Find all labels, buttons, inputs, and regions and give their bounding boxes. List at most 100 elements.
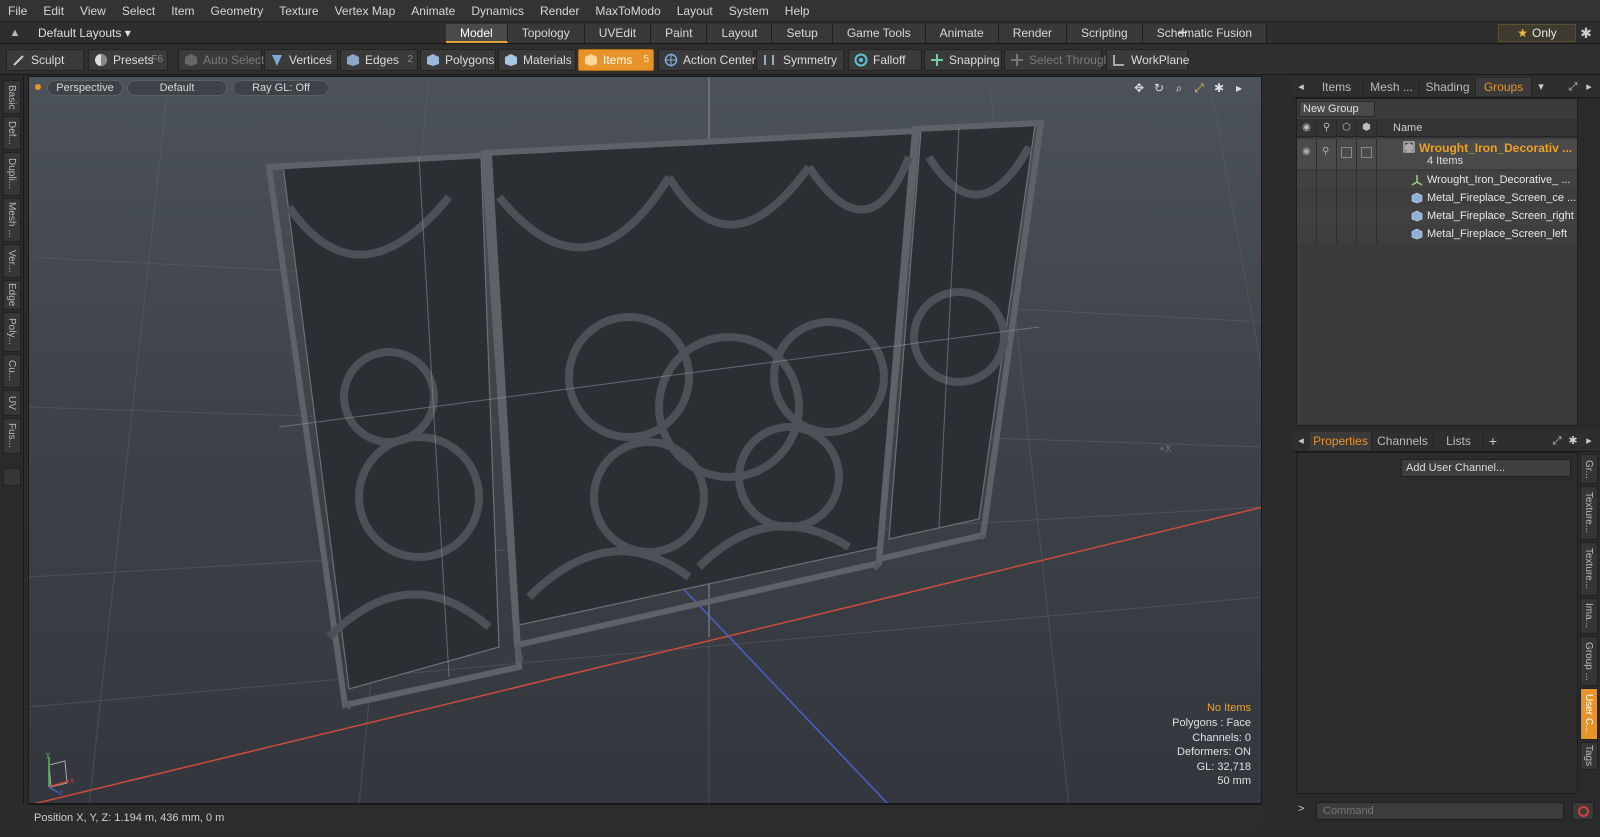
only-button[interactable]: ★ Only: [1498, 24, 1576, 42]
menu-item-vertex-map[interactable]: Vertex Map: [327, 0, 404, 22]
items-button[interactable]: Items 5: [578, 49, 654, 71]
property-side-tab-0[interactable]: Gr...: [1580, 454, 1598, 484]
menu-item-view[interactable]: View: [72, 0, 114, 22]
tab-model[interactable]: Model: [446, 24, 508, 43]
row-toggle-cell[interactable]: [1317, 225, 1337, 243]
materials-button[interactable]: Materials: [498, 49, 576, 71]
property-side-tab-5[interactable]: User C...: [1580, 688, 1598, 740]
left-tab-6[interactable]: Poly...: [3, 312, 21, 352]
row-toggle-cell[interactable]: [1357, 225, 1377, 243]
vertices-button[interactable]: Vertices 1: [264, 49, 338, 71]
tab-game-tools[interactable]: Game Tools: [832, 24, 926, 43]
rotate-icon[interactable]: ↻: [1151, 80, 1167, 96]
bottom-panel-menu-icon[interactable]: ◂: [1294, 433, 1308, 449]
edges-button[interactable]: Edges 2: [340, 49, 418, 71]
tab-schematic-fusion[interactable]: Schematic Fusion: [1142, 24, 1268, 43]
menu-item-select[interactable]: Select: [114, 0, 163, 22]
row-toggle-cell[interactable]: [1357, 171, 1377, 189]
left-tab-2[interactable]: Dupli...: [3, 152, 21, 196]
row-toggle-cell[interactable]: [1357, 189, 1377, 207]
maximize-icon[interactable]: ⤢: [1191, 80, 1207, 96]
row-toggle-cell[interactable]: [1297, 225, 1317, 243]
tab-items[interactable]: Items: [1310, 78, 1364, 96]
tab-lists[interactable]: Lists: [1434, 432, 1484, 450]
row-toggle-cell[interactable]: [1297, 207, 1317, 225]
panel-menu-icon[interactable]: ◂: [1294, 79, 1308, 95]
ray-gl-button[interactable]: Ray GL: Off: [233, 80, 329, 96]
lock-toggle[interactable]: [1337, 139, 1357, 169]
row-toggle-cell[interactable]: [1337, 171, 1357, 189]
auto-select-button[interactable]: Auto Select: [178, 49, 264, 71]
tab-uvedit[interactable]: UVEdit: [584, 24, 652, 43]
left-tab-9[interactable]: Fus...: [3, 418, 21, 454]
tab-render[interactable]: Render: [998, 24, 1068, 43]
add-tab-button[interactable]: +: [1174, 24, 1192, 42]
row-toggle-cell[interactable]: [1337, 189, 1357, 207]
workplane-button[interactable]: WorkPlane: [1106, 49, 1189, 71]
visibility-column-icon[interactable]: ◉: [1297, 119, 1317, 137]
new-group-button[interactable]: New Group: [1299, 101, 1375, 117]
render-toggle-icon[interactable]: ⚲: [1317, 139, 1337, 169]
property-side-tab-3[interactable]: Ima...: [1580, 598, 1598, 634]
layout-collapse-icon[interactable]: ▲: [8, 26, 22, 40]
command-input[interactable]: [1316, 802, 1564, 820]
property-side-tab-2[interactable]: Texture...: [1580, 542, 1598, 596]
symmetry-button[interactable]: Symmetry: [756, 49, 844, 71]
left-tab-expand-button[interactable]: [3, 468, 21, 486]
menu-item-layout[interactable]: Layout: [669, 0, 721, 22]
falloff-button[interactable]: Falloff: [848, 49, 922, 71]
row-toggle-cell[interactable]: [1337, 207, 1357, 225]
add-panel-tab-button[interactable]: +: [1486, 433, 1500, 449]
presets-button[interactable]: Presets F6: [88, 49, 168, 71]
tab-animate[interactable]: Animate: [925, 24, 999, 43]
row-toggle-cell[interactable]: [1357, 207, 1377, 225]
bottom-arrow-icon[interactable]: ▸: [1582, 433, 1596, 449]
maximize-panel-icon[interactable]: ⤢: [1566, 79, 1580, 95]
property-side-tab-6[interactable]: Tags: [1580, 742, 1598, 770]
eye-icon[interactable]: ◉: [1297, 139, 1317, 169]
group-row[interactable]: ◉ ⚲ Wrought_Iron_Decorativ ... 4 Items: [1297, 139, 1577, 169]
sculpt-button[interactable]: Sculpt: [6, 49, 84, 71]
menu-item-edit[interactable]: Edit: [35, 0, 72, 22]
left-tab-0[interactable]: Basic: [3, 80, 21, 114]
tab-scripting[interactable]: Scripting: [1067, 24, 1143, 43]
tab-properties[interactable]: Properties: [1310, 432, 1372, 450]
menu-item-dynamics[interactable]: Dynamics: [463, 0, 532, 22]
select-toggle[interactable]: [1357, 139, 1377, 169]
tab-mesh[interactable]: Mesh ...: [1364, 78, 1420, 96]
row-toggle-cell[interactable]: [1317, 171, 1337, 189]
lock-column-icon[interactable]: ⬡: [1337, 119, 1357, 137]
default-layouts-dropdown[interactable]: Default Layouts ▾: [30, 24, 139, 42]
left-tab-1[interactable]: Def...: [3, 116, 21, 150]
left-tab-7[interactable]: Cu...: [3, 354, 21, 388]
menu-item-help[interactable]: Help: [777, 0, 818, 22]
property-side-tab-1[interactable]: Texture...: [1580, 486, 1598, 540]
render-column-icon[interactable]: ⚲: [1317, 119, 1337, 137]
expand-arrow-icon[interactable]: ▸: [1231, 80, 1247, 96]
group-item-row[interactable]: Metal_Fireplace_Screen_right: [1297, 207, 1577, 225]
shading-mode-button[interactable]: Default: [127, 80, 227, 96]
polygons-button[interactable]: Polygons: [420, 49, 496, 71]
left-tab-3[interactable]: Mesh ...: [3, 198, 21, 242]
select-through-button[interactable]: Select Through: [1004, 49, 1110, 71]
group-item-row[interactable]: Wrought_Iron_Decorative_ ...: [1297, 171, 1577, 189]
tab-layout[interactable]: Layout: [707, 24, 773, 43]
pan-icon[interactable]: ✥: [1131, 80, 1147, 96]
menu-item-geometry[interactable]: Geometry: [203, 0, 272, 22]
viewport-menu-dot[interactable]: [35, 84, 41, 90]
gear-icon[interactable]: ✱: [1578, 25, 1594, 41]
viewport-gear-icon[interactable]: ✱: [1211, 80, 1227, 96]
bottom-maximize-icon[interactable]: ⤢: [1550, 433, 1564, 449]
tab-setup[interactable]: Setup: [772, 24, 833, 43]
tab-dropdown-icon[interactable]: ▾: [1534, 79, 1548, 95]
menu-item-texture[interactable]: Texture: [271, 0, 326, 22]
add-user-channel-button[interactable]: Add User Channel...: [1401, 459, 1571, 477]
row-toggle-cell[interactable]: [1317, 189, 1337, 207]
bottom-gear-icon[interactable]: ✱: [1566, 433, 1580, 449]
tab-paint[interactable]: Paint: [651, 24, 708, 43]
menu-item-system[interactable]: System: [721, 0, 777, 22]
menu-item-animate[interactable]: Animate: [403, 0, 463, 22]
menu-item-maxtomodo[interactable]: MaxToModo: [587, 0, 668, 22]
tab-channels[interactable]: Channels: [1372, 432, 1434, 450]
left-tab-4[interactable]: Ver...: [3, 244, 21, 278]
